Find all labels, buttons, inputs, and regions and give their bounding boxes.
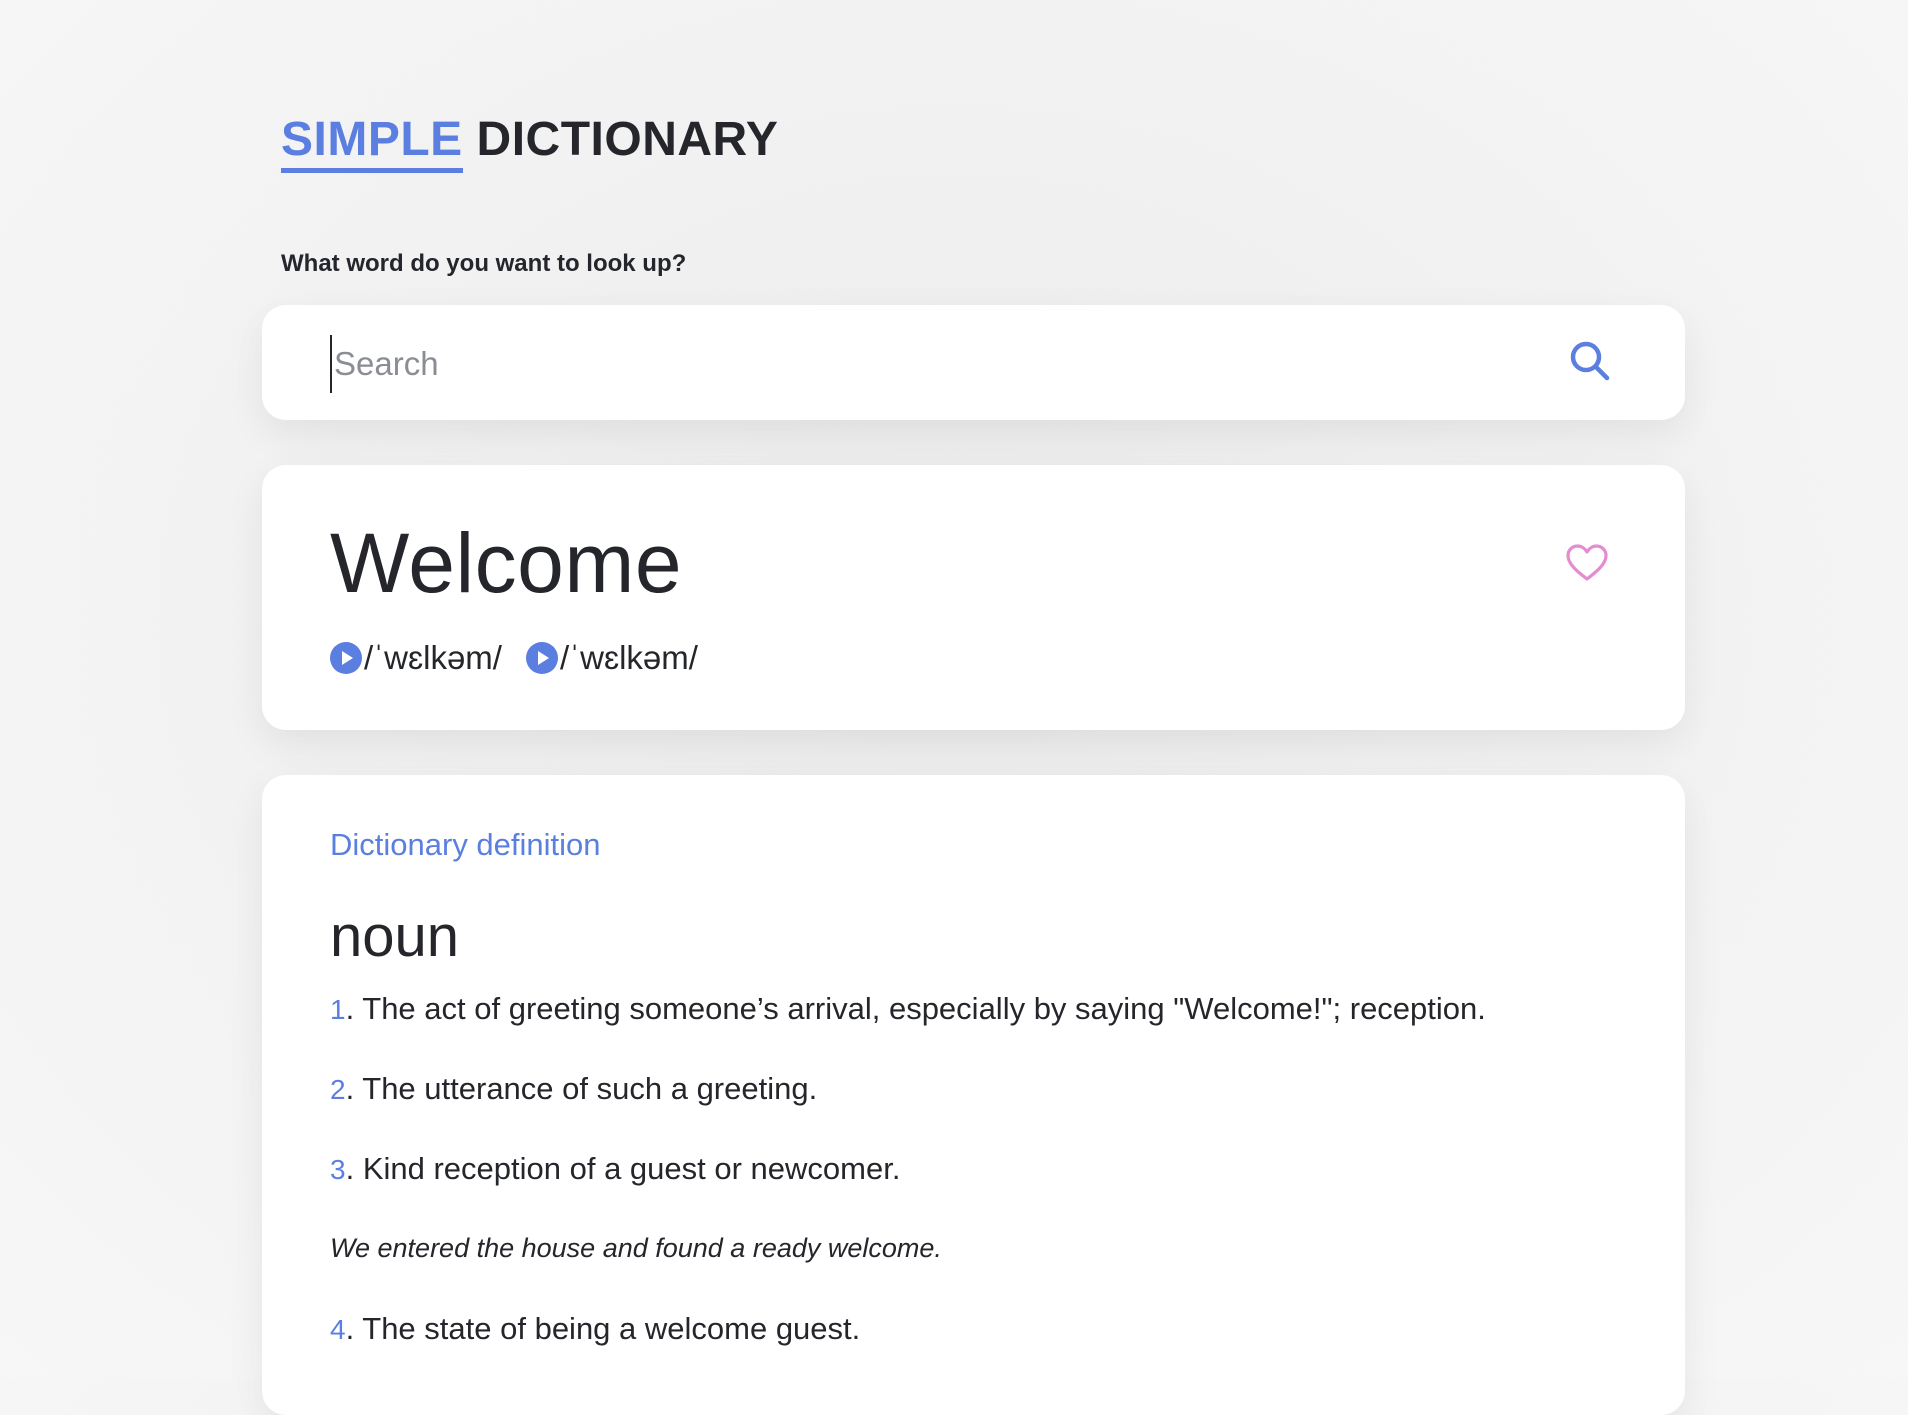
definition-card: Dictionary definition noun 1. The act of… bbox=[262, 775, 1685, 1415]
phonetic-item: /ˈwɛlkəm/ bbox=[525, 639, 698, 677]
definition-item: 1. The act of greeting someone’s arrival… bbox=[330, 991, 1486, 1026]
play-icon[interactable] bbox=[525, 642, 558, 674]
play-icon[interactable] bbox=[330, 642, 362, 674]
search-prompt: What word do you want to look up? bbox=[281, 250, 687, 277]
definition-item: 2. The utterance of such a greeting. bbox=[330, 1071, 818, 1106]
definition-item: 3. Kind reception of a guest or newcomer… bbox=[330, 1151, 901, 1186]
search-card bbox=[262, 305, 1685, 420]
definition-item: 4. The state of being a welcome guest. bbox=[330, 1311, 861, 1346]
definition-text: The utterance of such a greeting. bbox=[354, 1071, 818, 1106]
heart-icon bbox=[1566, 544, 1608, 581]
definition-example: We entered the house and found a ready w… bbox=[330, 1233, 942, 1263]
definition-number: 1 bbox=[330, 994, 346, 1025]
logo-rest-text: DICTIONARY bbox=[476, 113, 779, 166]
phonetic-item: /ˈwɛlkəm/ bbox=[330, 639, 502, 677]
definition-text: The state of being a welcome guest. bbox=[354, 1311, 861, 1346]
search-input[interactable] bbox=[330, 335, 1516, 393]
definition-number: 4 bbox=[330, 1314, 346, 1345]
definition-number: 2 bbox=[330, 1074, 346, 1105]
word-title: Welcome bbox=[330, 516, 683, 610]
definition-section-label: Dictionary definition bbox=[330, 827, 601, 862]
search-button[interactable] bbox=[1567, 338, 1613, 384]
phonetic-text: /ˈwɛlkəm/ bbox=[559, 639, 698, 676]
definition-text: Kind reception of a guest or newcomer. bbox=[354, 1151, 901, 1186]
phonetics-row: /ˈwɛlkəm/ /ˈwɛlkəm/ bbox=[330, 639, 722, 677]
search-icon bbox=[1570, 341, 1610, 381]
definition-text: The act of greeting someone’s arrival, e… bbox=[354, 991, 1486, 1026]
part-of-speech: noun bbox=[330, 904, 460, 969]
app-logo: SIMPLE DICTIONARY bbox=[281, 112, 779, 173]
word-card: Welcome /ˈwɛlkəm/ /ˈwɛlkəm/ bbox=[262, 465, 1685, 730]
phonetic-text: /ˈwɛlkəm/ bbox=[364, 639, 502, 676]
definition-number: 3 bbox=[330, 1154, 346, 1185]
favorite-button[interactable] bbox=[1565, 543, 1609, 583]
logo-accent-text: SIMPLE bbox=[281, 113, 463, 173]
